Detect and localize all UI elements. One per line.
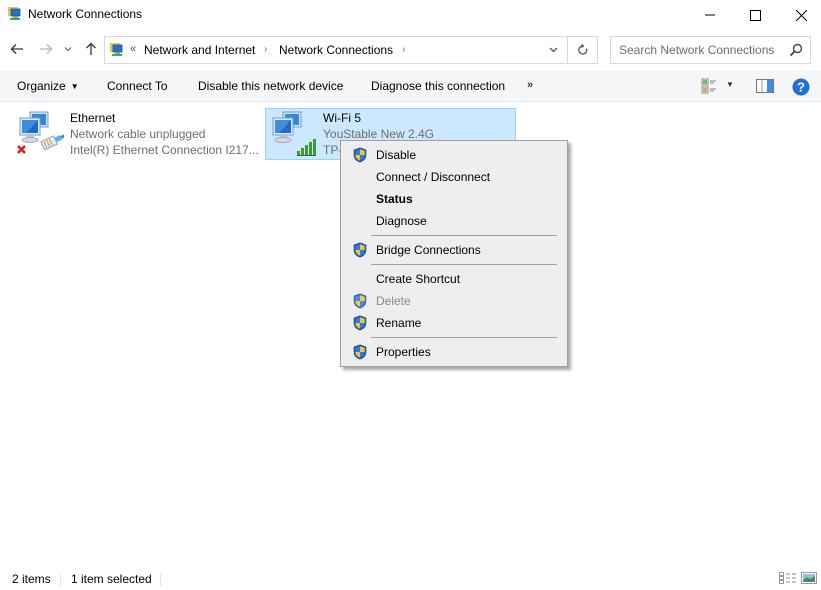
maximize-button[interactable] xyxy=(732,0,778,30)
wifi-connected-icon xyxy=(272,111,316,156)
breadcrumb-network-and-internet[interactable]: Network and Internet xyxy=(144,43,255,57)
connect-to-button[interactable]: Connect To xyxy=(107,79,168,93)
details-view-icon[interactable] xyxy=(779,572,797,584)
menu-item-label: Rename xyxy=(376,316,422,330)
connection-name: Ethernet xyxy=(70,111,116,125)
command-bar: Organize ▼ Connect To Disable this networ… xyxy=(0,71,821,102)
breadcrumb-overflow[interactable]: « xyxy=(130,43,136,55)
minimize-icon xyxy=(705,14,715,16)
network-location-icon xyxy=(110,43,123,56)
uac-shield-icon xyxy=(352,344,368,360)
large-icons-view-icon[interactable] xyxy=(801,572,817,584)
disable-device-button[interactable]: Disable this network device xyxy=(198,79,343,93)
uac-shield-icon xyxy=(352,147,368,163)
caret-down-icon: ▼ xyxy=(70,82,79,91)
recent-locations-button[interactable] xyxy=(60,38,76,60)
connection-device: Intel(R) Ethernet Connection I217... xyxy=(70,143,259,157)
menu-item-label: Connect / Disconnect xyxy=(376,170,491,184)
more-commands-button[interactable]: » xyxy=(527,79,533,91)
menu-item-connect-disconnect[interactable]: Connect / Disconnect xyxy=(343,166,565,188)
menu-item-status[interactable]: Status xyxy=(343,188,565,210)
connection-name: Wi-Fi 5 xyxy=(323,111,361,125)
menu-item-delete: Delete xyxy=(343,290,565,312)
maximize-icon xyxy=(749,9,761,21)
status-divider xyxy=(160,573,161,586)
menu-item-label: Properties xyxy=(376,345,431,359)
menu-separator xyxy=(371,235,557,236)
uac-shield-icon xyxy=(352,293,368,309)
chevron-down-icon xyxy=(549,47,557,53)
menu-item-label: Create Shortcut xyxy=(376,272,461,286)
help-icon[interactable]: ? xyxy=(792,78,810,96)
context-menu: Disable Connect / Disconnect Status Diagnos… xyxy=(340,140,568,367)
uac-shield-icon xyxy=(352,315,368,331)
menu-item-label: Delete xyxy=(376,294,411,308)
ethernet-disconnected-icon xyxy=(17,111,64,154)
title-bar: Network Connections xyxy=(0,0,821,30)
back-button[interactable] xyxy=(6,38,28,60)
arrow-up-icon xyxy=(86,42,96,55)
arrow-right-icon xyxy=(40,44,53,54)
menu-item-rename[interactable]: Rename xyxy=(343,312,565,334)
diagnose-connection-button[interactable]: Diagnose this connection xyxy=(371,79,505,93)
minimize-button[interactable] xyxy=(687,0,733,30)
refresh-icon xyxy=(578,44,588,55)
connection-item-ethernet[interactable]: Ethernet Network cable unplugged Intel(R… xyxy=(12,108,262,160)
svg-text:?: ? xyxy=(797,80,805,95)
close-button[interactable] xyxy=(778,0,821,30)
close-icon xyxy=(795,9,807,21)
up-button[interactable] xyxy=(80,38,102,60)
connection-status: Network cable unplugged xyxy=(70,127,206,141)
organize-label: Organize xyxy=(17,79,66,93)
address-bar[interactable]: « Network and Internet › Network Connect… xyxy=(104,36,598,64)
menu-item-label: Diagnose xyxy=(376,214,427,228)
change-view-icon[interactable] xyxy=(701,78,717,94)
menu-item-diagnose[interactable]: Diagnose xyxy=(343,210,565,232)
menu-item-label: Bridge Connections xyxy=(376,243,481,257)
organize-menu[interactable]: Organize ▼ xyxy=(17,79,79,93)
menu-separator xyxy=(371,337,557,338)
search-icon[interactable] xyxy=(788,42,804,58)
breadcrumb-separator[interactable]: › xyxy=(264,44,267,55)
uac-shield-icon xyxy=(352,242,368,258)
menu-separator xyxy=(371,264,557,265)
refresh-button[interactable] xyxy=(567,37,598,63)
item-count: 2 items xyxy=(12,572,51,586)
menu-item-create-shortcut[interactable]: Create Shortcut xyxy=(343,268,565,290)
network-connections-app-icon xyxy=(8,7,21,20)
selection-count: 1 item selected xyxy=(71,572,152,586)
menu-item-label: Status xyxy=(376,192,413,206)
status-divider xyxy=(60,573,61,586)
window-title: Network Connections xyxy=(28,7,143,21)
arrow-left-icon xyxy=(10,44,23,54)
search-box[interactable]: Search Network Connections xyxy=(610,36,811,64)
preview-pane-icon[interactable] xyxy=(756,79,774,93)
view-options-dropdown[interactable]: ▼ xyxy=(726,80,734,89)
search-placeholder[interactable]: Search Network Connections xyxy=(619,43,774,57)
forward-button[interactable] xyxy=(35,38,57,60)
menu-item-disable[interactable]: Disable xyxy=(343,144,565,166)
menu-item-properties[interactable]: Properties xyxy=(343,341,565,363)
address-history-dropdown[interactable] xyxy=(539,37,567,63)
chevron-down-icon xyxy=(64,47,72,52)
menu-item-label: Disable xyxy=(376,148,417,162)
connection-status: YouStable New 2.4G xyxy=(323,127,434,141)
breadcrumb-separator[interactable]: › xyxy=(402,44,405,55)
breadcrumb-network-connections[interactable]: Network Connections xyxy=(279,43,393,57)
status-bar: 2 items 1 item selected xyxy=(0,568,821,590)
menu-item-bridge-connections[interactable]: Bridge Connections xyxy=(343,239,565,261)
